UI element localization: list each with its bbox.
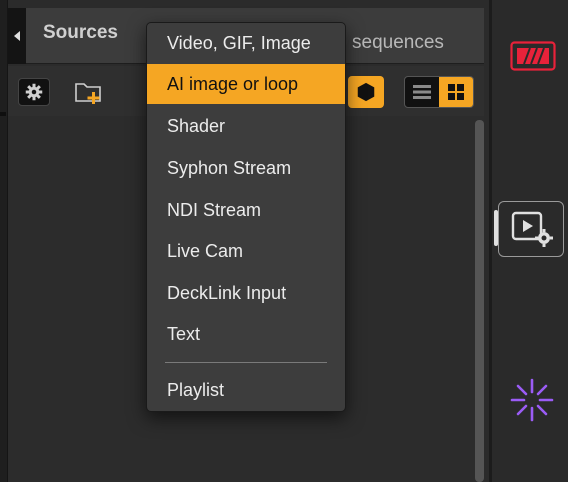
hexagon-icon [357,82,375,102]
sparkle-icon [510,378,554,422]
menu-item-syphon-stream[interactable]: Syphon Stream [147,148,345,188]
folder-add-icon [75,83,101,104]
tab-sequences[interactable]: sequences [352,32,444,54]
menu-item-ai-image-or-loop[interactable]: AI image or loop [147,64,345,104]
menu-item-ndi-stream[interactable]: NDI Stream [147,190,345,230]
menu-item-playlist[interactable]: Playlist [147,370,345,410]
tab-sources[interactable]: Sources [43,22,118,44]
video-settings-icon [511,211,553,247]
sparkle-button[interactable] [508,376,556,424]
settings-button[interactable] [18,78,50,106]
record-icon [510,41,556,71]
menu-item-decklink-input[interactable]: DeckLink Input [147,273,345,313]
edge-notch [0,112,6,116]
menu-item-shader[interactable]: Shader [147,106,345,146]
left-edge [0,0,8,482]
video-settings-button[interactable] [498,201,564,257]
menu-separator [165,362,327,363]
list-view-button[interactable] [405,77,439,107]
view-toggle [404,76,474,108]
menu-item-text[interactable]: Text [147,314,345,354]
hexagon-filter-button[interactable] [348,76,384,108]
record-button[interactable] [508,40,558,72]
collapse-panel-button[interactable] [8,8,26,64]
vertical-scrollbar[interactable] [475,120,484,482]
menu-item-live-cam[interactable]: Live Cam [147,231,345,271]
add-folder-button[interactable] [74,78,104,106]
add-source-menu: Video, GIF, Image AI image or loop Shade… [146,22,346,412]
list-icon [413,85,431,99]
collapse-arrow-icon [14,31,20,41]
menu-item-video-gif-image[interactable]: Video, GIF, Image [147,23,345,63]
grid-icon [448,84,464,100]
gear-icon [25,83,43,101]
grid-view-button[interactable] [439,77,473,107]
